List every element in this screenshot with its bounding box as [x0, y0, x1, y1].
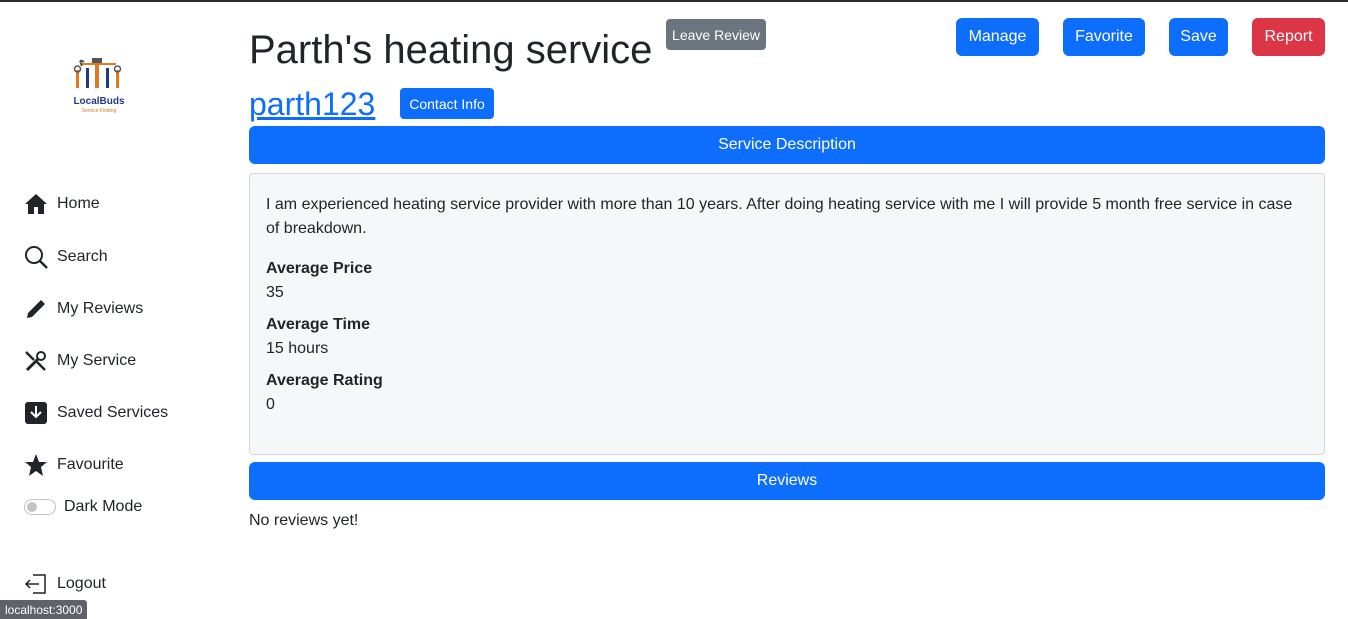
service-description-header[interactable]: Service Description [249, 126, 1325, 164]
dark-mode-toggle[interactable] [24, 499, 56, 515]
page-title: Parth's heating service [249, 28, 653, 72]
username-link[interactable]: parth123 [249, 86, 375, 123]
average-rating-value: 0 [266, 396, 275, 413]
manage-button[interactable]: Manage [956, 18, 1039, 56]
service-description-panel: I am experienced heating service provide… [249, 173, 1325, 455]
favorite-button[interactable]: Favorite [1063, 18, 1145, 56]
sidebar-item-label: My Service [57, 352, 137, 369]
average-price-label: Average Price [266, 260, 373, 277]
average-time-field: Average Time 15 hours [266, 313, 1308, 361]
home-icon [24, 192, 48, 216]
sidebar-item-label: Favourite [57, 456, 124, 473]
status-bar-url: localhost:3000 [0, 600, 88, 619]
localbuds-logo[interactable]: LocalBuds Service Finding [62, 56, 136, 118]
tools-logo-icon [73, 58, 122, 88]
report-button[interactable]: Report [1252, 18, 1325, 56]
tools-icon [24, 349, 48, 373]
sidebar-item-label: Saved Services [57, 404, 169, 421]
sidebar-item-favourite[interactable]: Favourite [24, 453, 124, 477]
sidebar-item-label: My Reviews [57, 300, 144, 317]
reviews-header[interactable]: Reviews [249, 462, 1325, 500]
save-button[interactable]: Save [1169, 18, 1228, 56]
dark-mode-row: Dark Mode [24, 498, 142, 516]
average-rating-field: Average Rating 0 [266, 369, 1308, 417]
average-rating-label: Average Rating [266, 372, 383, 389]
sidebar-item-my-service[interactable]: My Service [24, 349, 136, 373]
leave-review-button[interactable]: Leave Review [666, 19, 766, 50]
pencil-icon [24, 297, 48, 321]
star-icon [24, 453, 48, 477]
description-text: I am experienced heating service provide… [266, 196, 1293, 237]
sidebar-item-search[interactable]: Search [24, 245, 108, 269]
download-icon [24, 401, 48, 425]
dark-mode-label: Dark Mode [64, 498, 143, 515]
average-time-value: 15 hours [266, 340, 329, 357]
logout-icon [24, 572, 48, 596]
search-icon [24, 245, 48, 269]
no-reviews-text: No reviews yet! [249, 512, 359, 529]
sidebar-item-saved-services[interactable]: Saved Services [24, 401, 168, 425]
logo-tagline: Service Finding [81, 108, 117, 114]
sidebar-item-home[interactable]: Home [24, 192, 100, 216]
logo-brand: LocalBuds [73, 96, 125, 107]
sidebar-item-my-reviews[interactable]: My Reviews [24, 297, 143, 321]
sidebar: LocalBuds Service Finding Home Search My… [0, 2, 230, 619]
average-price-field: Average Price 35 [266, 257, 1308, 305]
logout-label: Logout [57, 575, 106, 592]
logout-button[interactable]: Logout [24, 572, 106, 596]
average-price-value: 35 [266, 284, 284, 301]
sidebar-item-label: Search [57, 248, 108, 265]
average-time-label: Average Time [266, 316, 371, 333]
contact-info-button[interactable]: Contact Info [400, 88, 494, 119]
sidebar-item-label: Home [57, 195, 100, 212]
toggle-knob [27, 502, 37, 512]
